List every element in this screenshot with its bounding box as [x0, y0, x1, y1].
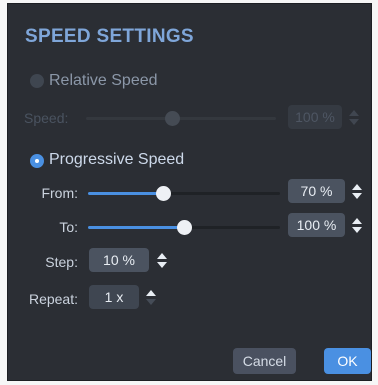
progressive-speed-label[interactable]: Progressive Speed [49, 151, 184, 169]
progressive-speed-radio[interactable] [30, 154, 44, 168]
speed-value-field[interactable]: 100 % [288, 105, 342, 129]
speed-settings-dialog: SPEED SETTINGS Relative Speed Speed: 100… [7, 3, 372, 381]
from-stepper-up-icon[interactable] [352, 184, 362, 190]
step-stepper[interactable] [156, 248, 168, 272]
speed-stepper-down-icon[interactable] [349, 119, 359, 125]
to-value-field[interactable]: 100 % [288, 213, 345, 237]
from-label: From: [41, 185, 78, 201]
repeat-value-field[interactable]: 1 x [89, 285, 139, 309]
step-value-field[interactable]: 10 % [89, 248, 149, 272]
speed-stepper-up-icon[interactable] [349, 110, 359, 116]
repeat-label: Repeat: [28, 291, 78, 307]
to-slider-fill [88, 226, 184, 229]
to-slider[interactable] [88, 220, 280, 235]
from-slider-fill [88, 192, 163, 195]
step-label: Step: [45, 254, 78, 270]
step-stepper-down-icon[interactable] [157, 262, 167, 268]
to-stepper-up-icon[interactable] [352, 218, 362, 224]
step-stepper-up-icon[interactable] [157, 253, 167, 259]
dialog-title: SPEED SETTINGS [25, 26, 194, 47]
from-slider-thumb[interactable] [155, 186, 171, 201]
speed-stepper[interactable] [348, 105, 360, 129]
repeat-stepper[interactable] [145, 285, 157, 309]
from-stepper[interactable] [351, 179, 363, 203]
from-stepper-down-icon[interactable] [352, 193, 362, 199]
to-stepper[interactable] [351, 213, 363, 237]
relative-speed-label[interactable]: Relative Speed [49, 72, 158, 90]
from-value-field[interactable]: 70 % [288, 179, 345, 203]
speed-slider[interactable] [86, 111, 276, 126]
relative-speed-radio[interactable] [30, 74, 44, 88]
to-label: To: [59, 219, 78, 235]
cancel-button[interactable]: Cancel [233, 348, 296, 374]
to-stepper-down-icon[interactable] [352, 227, 362, 233]
speed-slider-thumb[interactable] [164, 111, 180, 126]
repeat-stepper-down-icon[interactable] [146, 299, 156, 305]
to-slider-thumb[interactable] [177, 220, 192, 235]
ok-button[interactable]: OK [324, 348, 371, 374]
speed-label: Speed: [24, 110, 69, 126]
repeat-stepper-up-icon[interactable] [146, 290, 156, 296]
from-slider[interactable] [88, 186, 280, 201]
